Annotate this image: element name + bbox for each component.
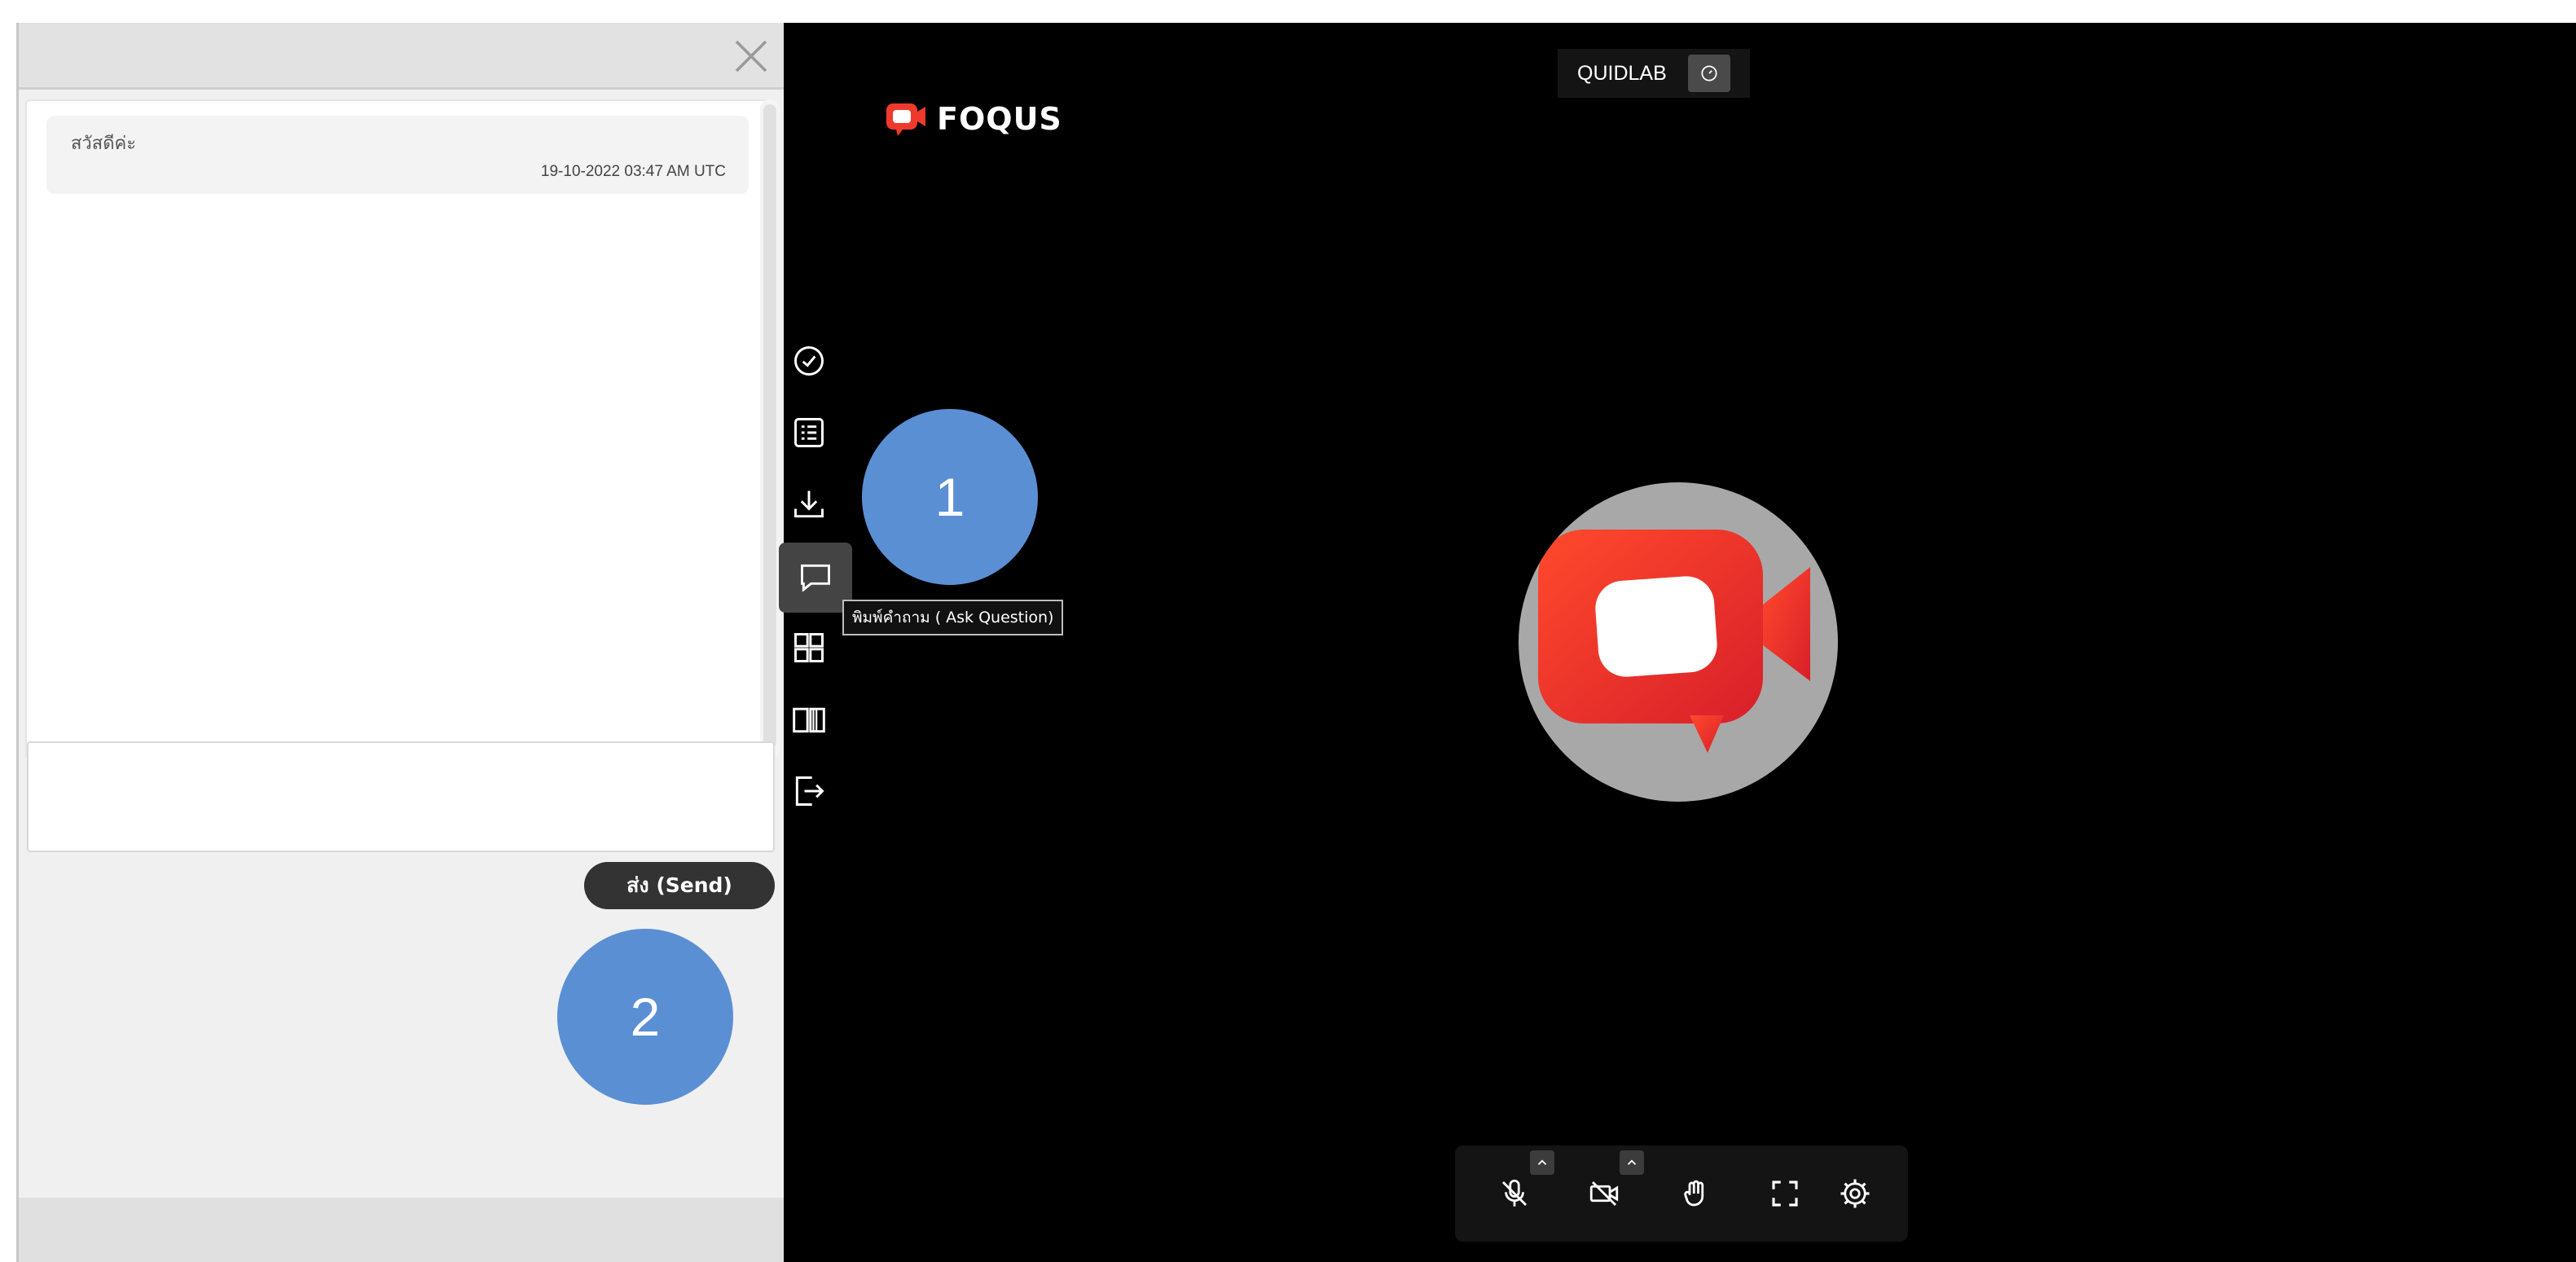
settings-icon — [1840, 1179, 1870, 1208]
speedometer-icon — [1701, 65, 1717, 81]
download-icon — [794, 490, 824, 518]
meeting-controls-bar — [1455, 1145, 1908, 1242]
book-icon — [793, 707, 825, 733]
annotation-marker-1: 1 — [862, 409, 1038, 585]
sidebar-item-handbook[interactable] — [785, 696, 833, 743]
message-timestamp: 19-10-2022 03:47 AM UTC — [540, 163, 726, 180]
chat-panel-header — [19, 23, 786, 90]
room-name: QUIDLAB — [1577, 61, 1667, 85]
sidebar-item-agenda[interactable] — [785, 409, 833, 456]
chat-icon — [801, 564, 830, 592]
sidebar-item-leave[interactable] — [785, 767, 833, 815]
sidebar-item-download[interactable] — [785, 481, 833, 528]
message-item: สวัสดีค่ะ 19-10-2022 03:47 AM UTC — [46, 116, 749, 194]
chevron-up-icon — [1627, 1159, 1637, 1165]
close-chat-button[interactable] — [729, 34, 773, 78]
chat-panel-footer — [19, 1198, 786, 1262]
camera-logo-icon — [886, 103, 925, 136]
list-icon — [794, 418, 824, 447]
exit-icon — [795, 776, 824, 806]
sidebar-item-attendance[interactable] — [785, 337, 833, 385]
send-button[interactable]: ส่ง (Send) — [584, 862, 775, 909]
check-circle-icon — [794, 346, 824, 376]
sidebar-item-layout[interactable] — [785, 624, 833, 671]
raise-hand-icon — [1684, 1180, 1704, 1207]
annotation-marker-2: 2 — [557, 929, 733, 1105]
camera-logo-icon — [1538, 530, 1810, 753]
ask-question-tooltip: พิมพ์คำถาม ( Ask Question) — [842, 600, 1064, 635]
brand-logo: FOQUS — [885, 98, 1062, 140]
settings-button[interactable] — [1828, 1167, 1882, 1220]
camera-options-button[interactable] — [1620, 1150, 1644, 1175]
camera-off-icon — [1589, 1181, 1619, 1206]
mic-options-button[interactable] — [1530, 1150, 1554, 1175]
mic-off-icon — [1502, 1179, 1527, 1207]
raise-hand-button[interactable] — [1668, 1167, 1722, 1220]
video-area: FOQUS QUIDLAB พิมพ์คำถาม (Ask Question) — [779, 23, 2576, 1262]
chevron-up-icon — [1537, 1159, 1547, 1165]
room-label: QUIDLAB — [1558, 49, 1750, 98]
message-scrollbar[interactable] — [760, 99, 780, 759]
grid-icon — [794, 633, 824, 662]
question-input[interactable] — [27, 741, 775, 852]
message-text: สวัสดีค่ะ — [71, 134, 137, 154]
connection-meter-button[interactable] — [1687, 55, 1730, 92]
fullscreen-icon — [1772, 1181, 1798, 1207]
sidebar-item-ask-question[interactable] — [779, 543, 852, 613]
participant-avatar — [1519, 482, 1838, 802]
brand-name: FOQUS — [937, 101, 1062, 137]
fullscreen-button[interactable] — [1758, 1167, 1812, 1220]
close-icon — [735, 40, 767, 73]
message-list[interactable]: สวัสดีค่ะ 19-10-2022 03:47 AM UTC — [25, 99, 768, 759]
scrollbar-thumb[interactable] — [763, 104, 776, 748]
